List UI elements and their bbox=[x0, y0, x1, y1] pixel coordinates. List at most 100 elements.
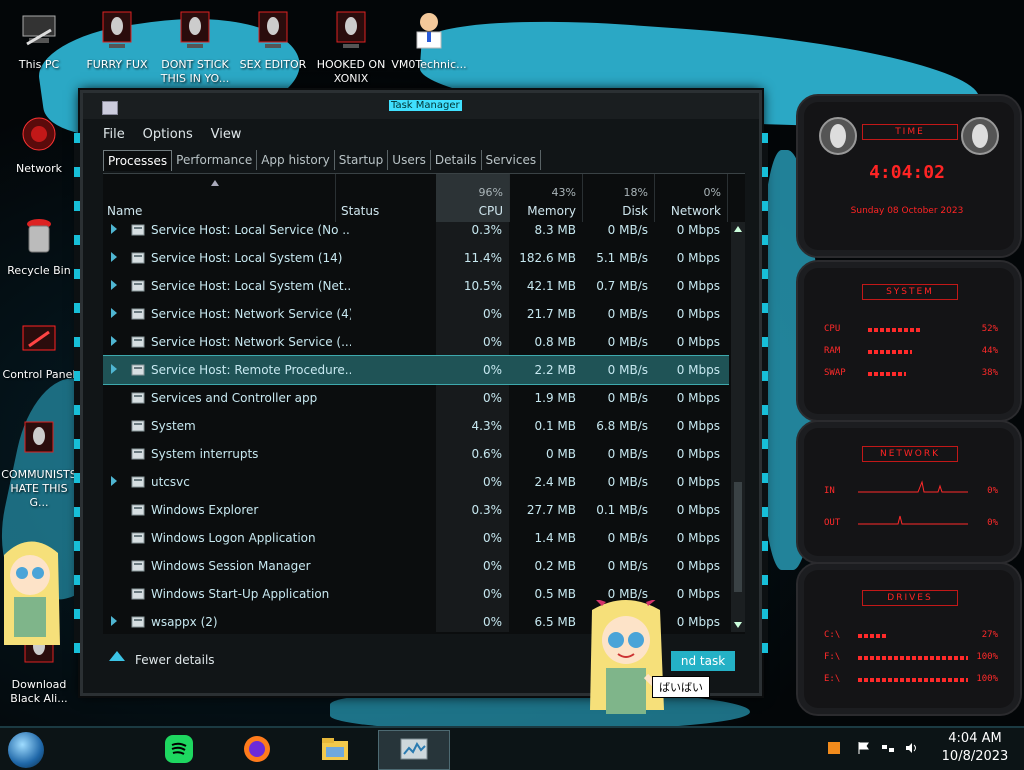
process-cpu: 0% bbox=[482, 531, 502, 545]
desktop-icon-label: Recycle Bin bbox=[7, 264, 71, 277]
desktop-icon-this-pc[interactable]: This PC bbox=[0, 10, 78, 72]
table-row[interactable]: Service Host: Local System (Net... 10.5% 4… bbox=[103, 272, 729, 300]
file-explorer-icon[interactable] bbox=[320, 734, 350, 764]
table-row[interactable]: Services and Controller app 0% 1.9 MB 0 MB/… bbox=[103, 384, 729, 412]
process-name: Service Host: Network Service (... bbox=[151, 335, 351, 349]
firefox-icon[interactable] bbox=[242, 734, 272, 764]
column-header-name[interactable]: Name bbox=[103, 174, 336, 222]
table-row[interactable]: Service Host: Network Service (4) 0% 21.7 … bbox=[103, 300, 729, 328]
network-gadget[interactable]: NETWORK IN 0% OUT 0% bbox=[796, 420, 1022, 564]
process-disk: 0 MB/s bbox=[607, 335, 648, 349]
table-row[interactable]: utcsvc 0% 2.4 MB 0 MB/s 0 Mbps bbox=[103, 468, 729, 496]
process-memory: 1.9 MB bbox=[534, 391, 576, 405]
column-header-network[interactable]: 0% Network bbox=[654, 174, 728, 222]
start-button[interactable] bbox=[8, 732, 44, 768]
tab-startup[interactable]: Startup bbox=[335, 150, 389, 170]
process-name: Service Host: Local System (14) bbox=[151, 251, 343, 265]
time-gadget-title: TIME bbox=[862, 124, 958, 140]
desktop-icon-communists[interactable]: COMMUNISTS HATE THIS G... bbox=[0, 420, 78, 510]
menu-file[interactable]: File bbox=[103, 127, 125, 142]
flag-icon[interactable] bbox=[858, 742, 870, 754]
tab-performance[interactable]: Performance bbox=[172, 150, 258, 170]
table-row[interactable]: Windows Logon Application 0% 1.4 MB 0 MB/s 0… bbox=[103, 524, 729, 552]
table-row[interactable]: System 4.3% 0.1 MB 6.8 MB/s 0 Mbps bbox=[103, 412, 729, 440]
menu-options[interactable]: Options bbox=[143, 127, 193, 142]
desktop-icon-furry-fux[interactable]: FURRY FUX bbox=[78, 10, 156, 72]
table-row[interactable]: Windows Session Manager 0% 0.2 MB 0 MB/s 0 M… bbox=[103, 552, 729, 580]
process-cpu: 0.6% bbox=[471, 447, 503, 461]
expand-arrow-icon[interactable] bbox=[111, 336, 117, 346]
spotify-icon[interactable] bbox=[164, 734, 194, 764]
clock-date: 10/8/2023 bbox=[941, 749, 1009, 764]
net-out-graph bbox=[858, 515, 968, 525]
expand-arrow-icon[interactable] bbox=[111, 616, 117, 626]
column-header-disk[interactable]: 18% Disk bbox=[582, 174, 655, 222]
process-name: System interrupts bbox=[151, 447, 259, 461]
table-row[interactable]: System interrupts 0.6% 0 MB 0 MB/s 0 Mbps bbox=[103, 440, 729, 468]
title-bar[interactable]: Task Manager bbox=[83, 93, 759, 119]
process-network: 0 Mbps bbox=[676, 391, 720, 405]
table-row[interactable]: Windows Explorer 0.3% 27.7 MB 0.1 MB/s 0 Mbp… bbox=[103, 496, 729, 524]
process-icon bbox=[131, 504, 145, 516]
expand-arrow-icon[interactable] bbox=[111, 476, 117, 486]
scroll-up-icon bbox=[734, 226, 742, 232]
ram-label: RAM bbox=[824, 346, 841, 356]
drive-f-value: 100% bbox=[976, 652, 998, 662]
process-icon bbox=[131, 336, 145, 348]
control-panel-icon bbox=[22, 325, 56, 351]
process-table: Name Status 96% CPU 43% Memory 18% Disk … bbox=[103, 173, 745, 634]
scrollbar-thumb[interactable] bbox=[734, 482, 742, 592]
desktop-icon-hooked-on-xonix[interactable]: HOOKED ON XONIX bbox=[312, 10, 390, 86]
desktop-icon-dont-stick[interactable]: DONT STICK THIS IN YO... bbox=[156, 10, 234, 86]
desktop-icon-network[interactable]: Network bbox=[0, 114, 78, 176]
desktop-icon-control-panel[interactable]: Control Panel bbox=[0, 320, 78, 382]
table-row[interactable]: Service Host: Local System (14) 11.4% 182.… bbox=[103, 244, 729, 272]
drive-e-value: 100% bbox=[976, 674, 998, 684]
column-header-status[interactable]: Status bbox=[335, 174, 437, 222]
system-gadget[interactable]: SYSTEM CPU 52% RAM 44% SWAP 38% bbox=[796, 260, 1022, 422]
expand-arrow-icon[interactable] bbox=[111, 224, 117, 234]
tab-app-history[interactable]: App history bbox=[257, 150, 335, 170]
chevron-up-icon[interactable] bbox=[109, 651, 125, 661]
process-memory: 0.1 MB bbox=[534, 419, 576, 433]
desktop-icon-label: COMMUNISTS HATE THIS G... bbox=[1, 468, 77, 509]
expand-arrow-icon[interactable] bbox=[111, 252, 117, 262]
vertical-scrollbar[interactable] bbox=[731, 222, 745, 632]
desktop-icon-recycle-bin[interactable]: Recycle Bin bbox=[0, 216, 78, 278]
expand-arrow-icon[interactable] bbox=[111, 280, 117, 290]
expand-arrow-icon[interactable] bbox=[111, 364, 117, 374]
column-header-cpu[interactable]: 96% CPU bbox=[436, 174, 510, 222]
tab-services[interactable]: Services bbox=[482, 150, 542, 170]
gadget-date: Sunday 08 October 2023 bbox=[850, 206, 964, 216]
process-cpu: 0% bbox=[482, 391, 502, 405]
volume-icon[interactable] bbox=[906, 742, 918, 754]
process-memory: 8.3 MB bbox=[534, 223, 576, 237]
fewer-details-link[interactable]: Fewer details bbox=[135, 653, 215, 667]
time-gadget[interactable]: TIME 4:04:02 Sunday 08 October 2023 bbox=[796, 94, 1022, 258]
tab-details[interactable]: Details bbox=[431, 150, 482, 170]
process-icon bbox=[131, 392, 145, 404]
tab-processes[interactable]: Processes bbox=[103, 150, 173, 171]
table-row[interactable]: Service Host: Local Service (No ... 0.3% 8… bbox=[103, 222, 729, 244]
process-cpu: 0% bbox=[482, 475, 502, 489]
tab-users[interactable]: Users bbox=[388, 150, 431, 170]
process-name: Windows Session Manager bbox=[151, 559, 311, 573]
desktop-icon-label: HOOKED ON XONIX bbox=[316, 58, 386, 85]
drives-gadget[interactable]: DRIVES C:\ 27% F:\ 100% E:\ 100% bbox=[796, 562, 1022, 716]
computer-icon bbox=[22, 15, 56, 46]
task-manager-taskbar-button[interactable] bbox=[378, 730, 450, 770]
menu-view[interactable]: View bbox=[211, 127, 242, 142]
system-clock[interactable]: 4:04 AM 10/8/2023 bbox=[930, 730, 1020, 766]
process-cpu: 0% bbox=[482, 363, 502, 377]
expand-arrow-icon[interactable] bbox=[111, 308, 117, 318]
column-header-memory[interactable]: 43% Memory bbox=[509, 174, 583, 222]
table-row[interactable]: Service Host: Network Service (... 0% 0.8 … bbox=[103, 328, 729, 356]
process-memory: 182.6 MB bbox=[519, 251, 576, 265]
end-task-button[interactable]: nd task bbox=[671, 651, 735, 671]
process-disk: 0.7 MB/s bbox=[596, 279, 648, 293]
desktop-icon-vm0technic[interactable]: VM0Technic... bbox=[390, 10, 468, 72]
tray-icon-app[interactable] bbox=[828, 742, 840, 754]
table-row[interactable]: Service Host: Remote Procedure... 0% 2.2 M… bbox=[103, 355, 729, 385]
network-status-icon[interactable] bbox=[882, 742, 894, 754]
desktop-icon-sex-editor[interactable]: SEX EDITOR bbox=[234, 10, 312, 72]
